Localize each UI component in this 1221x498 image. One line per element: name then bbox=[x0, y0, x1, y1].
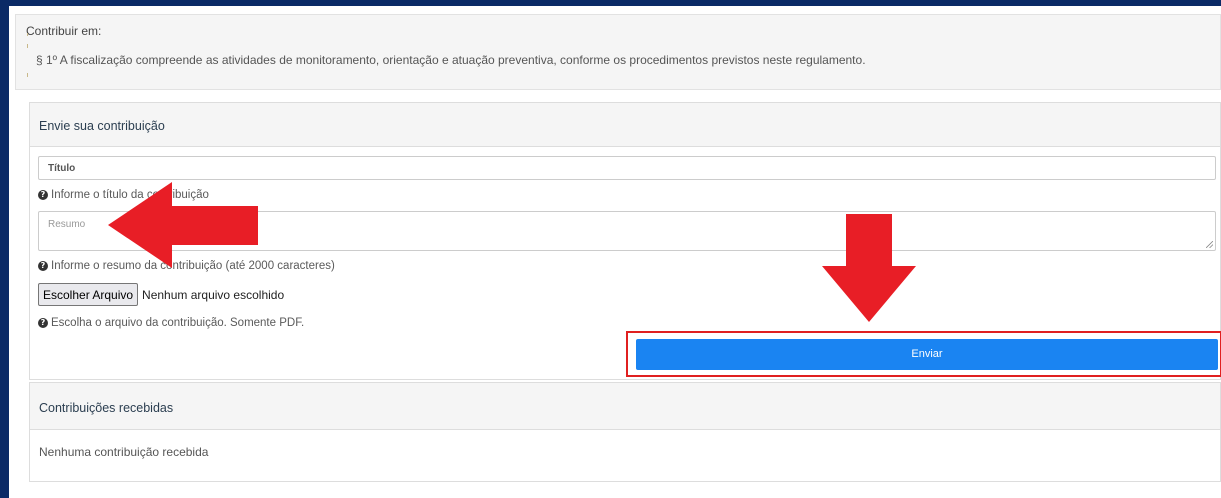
file-picker: Escolher Arquivo Nenhum arquivo escolhid… bbox=[38, 283, 284, 306]
title-help-label: Informe o título da contribuição bbox=[51, 189, 209, 201]
window-frame-left bbox=[0, 0, 9, 498]
decorative-tick bbox=[27, 33, 28, 36]
question-circle-icon: ? bbox=[38, 318, 48, 328]
title-input[interactable]: Título bbox=[38, 156, 1216, 180]
received-card-header: Contribuições recebidas bbox=[30, 383, 1220, 430]
form-card-header: Envie sua contribuição bbox=[30, 103, 1220, 147]
summary-textarea[interactable]: Resumo bbox=[38, 211, 1216, 251]
question-circle-icon: ? bbox=[38, 190, 48, 200]
decorative-tick bbox=[27, 73, 28, 77]
received-empty-text: Nenhuma contribuição recebida bbox=[39, 445, 209, 459]
received-contributions-card: Contribuições recebidas Nenhuma contribu… bbox=[29, 382, 1221, 482]
summary-help-label: Informe o resumo da contribuição (até 20… bbox=[51, 260, 335, 272]
contribution-form-card: Envie sua contribuição Título ? Informe … bbox=[29, 102, 1221, 380]
choose-file-button[interactable]: Escolher Arquivo bbox=[38, 283, 139, 306]
decorative-tick bbox=[27, 44, 28, 48]
panel-title: Contribuir em: bbox=[26, 24, 102, 38]
article-paragraph: § 1º A fiscalização compreende as ativid… bbox=[36, 53, 866, 67]
file-status: Nenhum arquivo escolhido bbox=[142, 287, 285, 302]
title-help-text: ? Informe o título da contribuição bbox=[38, 189, 209, 201]
article-panel: Contribuir em: § 1º A fiscalização compr… bbox=[15, 14, 1221, 90]
file-help-label: Escolha o arquivo da contribuição. Somen… bbox=[51, 317, 305, 329]
window-frame-top bbox=[0, 0, 1221, 6]
resize-grip-icon[interactable] bbox=[1206, 241, 1213, 248]
summary-help-text: ? Informe o resumo da contribuição (até … bbox=[38, 260, 335, 272]
file-help-text: ? Escolha o arquivo da contribuição. Som… bbox=[38, 317, 304, 329]
submit-button[interactable]: Enviar bbox=[636, 339, 1218, 370]
question-circle-icon: ? bbox=[38, 261, 48, 271]
summary-placeholder: Resumo bbox=[48, 219, 86, 230]
